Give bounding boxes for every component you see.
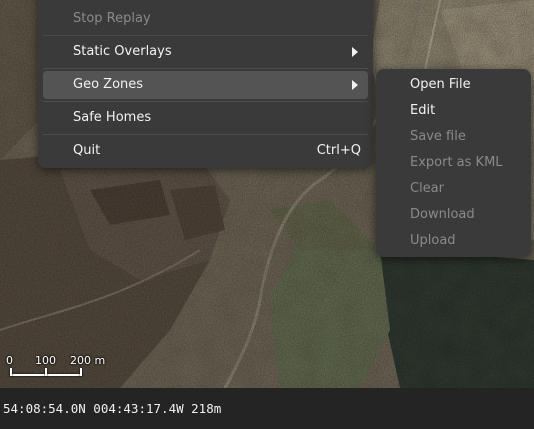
menu-item-stop-replay[interactable]: Stop Replay xyxy=(43,5,368,33)
submenu-item-open-file[interactable]: Open File xyxy=(380,73,527,99)
menu-item-label: Geo Zones xyxy=(73,77,144,92)
scale-tick xyxy=(45,368,47,376)
menu-item-label: Open File xyxy=(410,77,471,92)
menu-item-label: Save file xyxy=(410,129,466,144)
menu-item-static-overlays[interactable]: Static Overlays xyxy=(43,38,368,66)
menu-item-label: Safe Homes xyxy=(73,110,152,125)
map-scale-bar: 0 100 200 m xyxy=(0,350,120,380)
menu-separator xyxy=(43,134,368,135)
menu-item-label: Quit xyxy=(73,143,101,158)
scale-label-100: 100 xyxy=(35,354,56,367)
menu-separator xyxy=(43,35,368,36)
geo-zones-submenu: Open File Edit Save file Export as KML C… xyxy=(376,69,531,257)
menu-item-geo-zones[interactable]: Geo Zones xyxy=(43,71,368,99)
menu-separator xyxy=(43,68,368,69)
submenu-item-clear[interactable]: Clear xyxy=(380,177,527,203)
menu-item-label: Download xyxy=(410,207,475,222)
submenu-arrow-icon xyxy=(352,47,358,57)
scale-tick xyxy=(10,368,12,376)
scale-label-0: 0 xyxy=(6,354,13,367)
menu-item-label: Stop Replay xyxy=(73,11,151,26)
menu-item-label: Clear xyxy=(410,181,444,196)
submenu-arrow-icon xyxy=(352,80,358,90)
menu-separator xyxy=(43,101,368,102)
menu-item-label: Static Overlays xyxy=(73,44,172,59)
menu-item-quit[interactable]: Quit Ctrl+Q xyxy=(43,137,368,165)
status-bar: 54:08:54.0N 004:43:17.4W 218m xyxy=(0,388,534,429)
submenu-item-edit[interactable]: Edit xyxy=(380,99,527,125)
submenu-item-upload[interactable]: Upload xyxy=(380,229,527,255)
scale-label-200: 200 m xyxy=(70,354,106,367)
submenu-item-save-file[interactable]: Save file xyxy=(380,125,527,151)
menu-item-shortcut: Ctrl+Q xyxy=(316,143,361,158)
map-application: 0 100 200 m Stop Replay Static Overlays … xyxy=(0,0,534,429)
coordinates-readout: 54:08:54.0N 004:43:17.4W 218m xyxy=(3,401,222,416)
menu-item-label: Export as KML xyxy=(410,155,503,170)
menu-item-label: Upload xyxy=(410,233,456,248)
menu-item-label: Edit xyxy=(410,103,436,118)
submenu-item-download[interactable]: Download xyxy=(380,203,527,229)
main-menu: Stop Replay Static Overlays Geo Zones Sa… xyxy=(38,0,373,168)
menu-item-safe-homes[interactable]: Safe Homes xyxy=(43,104,368,132)
scale-tick xyxy=(80,368,82,376)
submenu-item-export-kml[interactable]: Export as KML xyxy=(380,151,527,177)
